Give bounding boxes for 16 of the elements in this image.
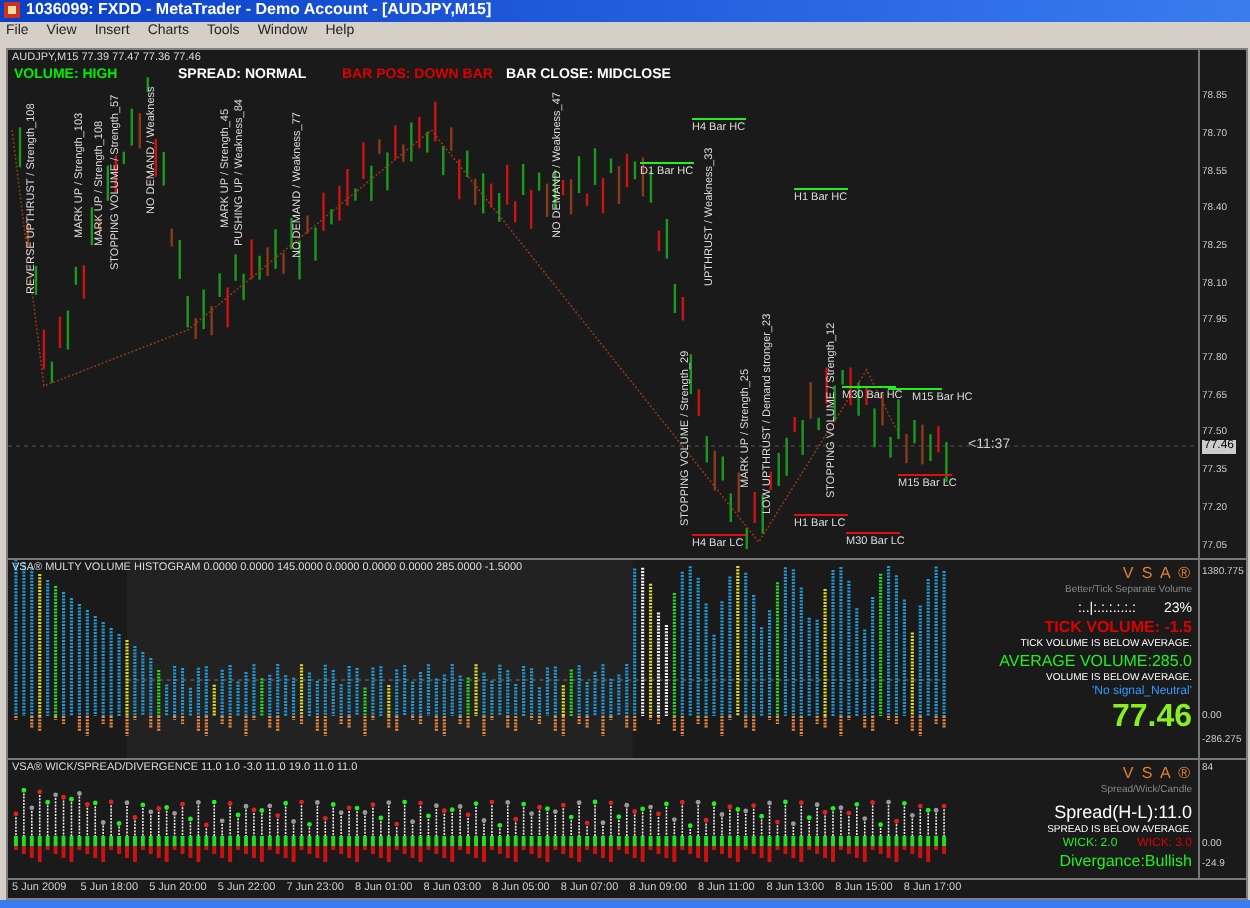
- indicator-logo: V S A ®: [1122, 564, 1192, 583]
- window-title: 1036099: FXDD - MetaTrader - Demo Account - [AUDJPY,M15]: [26, 0, 492, 21]
- level-line: [692, 118, 746, 121]
- level-line: [794, 188, 848, 191]
- level-line: [640, 162, 694, 165]
- price-value: 77.46: [1111, 700, 1192, 735]
- app-icon: [4, 2, 20, 19]
- level-line: [846, 532, 900, 535]
- spread-value: Spread(H-L):11.0: [1054, 802, 1192, 823]
- divergence-text: Divergance:Bullish: [1059, 852, 1192, 871]
- level-line: [794, 514, 848, 517]
- tick-volume: TICK VOLUME: -1.5: [1044, 618, 1192, 637]
- indicator-logo: V S A ®: [1122, 764, 1192, 783]
- level-line: [692, 534, 746, 537]
- average-volume: AVERAGE VOLUME:285.0: [999, 652, 1192, 671]
- level-line: [898, 474, 952, 477]
